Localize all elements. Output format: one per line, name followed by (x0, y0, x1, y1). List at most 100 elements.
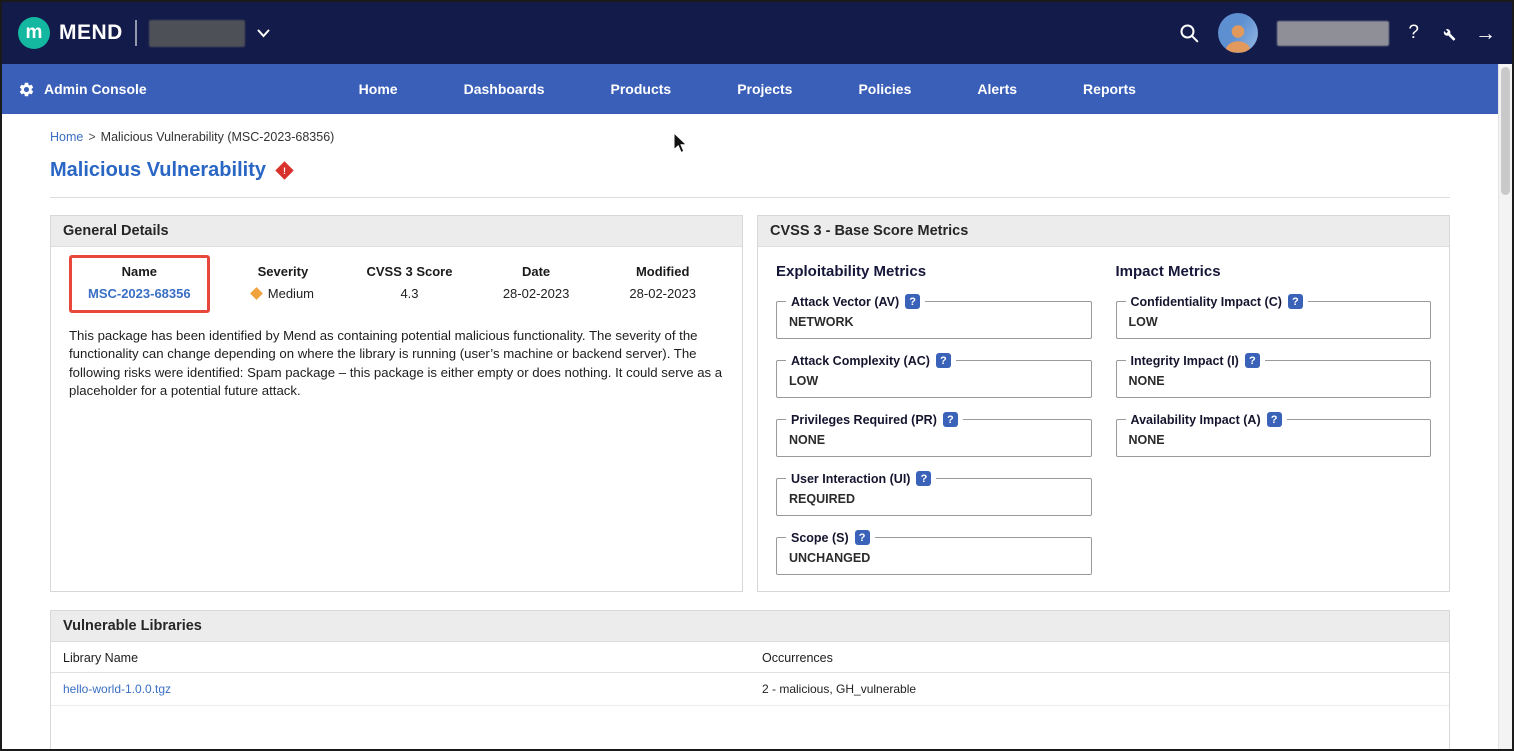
help-tooltip-icon[interactable]: ? (936, 353, 951, 368)
malicious-diamond-icon: ! (275, 161, 293, 179)
column-cvss-score: CVSS 3 Score 4.3 (346, 255, 473, 313)
exploitability-title: Exploitability Metrics (776, 263, 1092, 280)
org-name-redacted[interactable] (149, 20, 245, 47)
breadcrumb-home-link[interactable]: Home (50, 130, 83, 144)
column-date: Date 28-02-2023 (473, 255, 600, 313)
panels-row: General Details Name MSC-2023-68356 Seve… (50, 215, 1450, 592)
nav-item-products[interactable]: Products (611, 81, 672, 97)
help-tooltip-icon[interactable]: ? (855, 530, 870, 545)
column-header-date: Date (473, 264, 600, 279)
brand-name[interactable]: MEND (59, 21, 123, 45)
metric-user-interaction: User Interaction (UI) ? REQUIRED (776, 478, 1092, 516)
metric-label: Confidentiality Impact (C) (1131, 295, 1282, 309)
column-header-modified: Modified (599, 264, 726, 279)
mend-app-window: m MEND ? → Admin Console (0, 0, 1514, 751)
table-row: hello-world-1.0.0.tgz 2 - malicious, GH_… (51, 673, 1449, 706)
vulnerability-description: This package has been identified by Mend… (69, 327, 724, 401)
metric-value: NONE (1129, 433, 1419, 447)
modified-value: 28-02-2023 (599, 286, 726, 301)
logout-arrow-icon[interactable]: → (1475, 23, 1496, 44)
metric-privileges-required: Privileges Required (PR) ? NONE (776, 419, 1092, 457)
help-tooltip-icon[interactable]: ? (905, 294, 920, 309)
mend-logo-icon[interactable]: m (18, 17, 50, 49)
metric-value: LOW (789, 374, 1079, 388)
severity-value: Medium (220, 286, 347, 301)
help-icon[interactable]: ? (1408, 22, 1419, 44)
help-tooltip-icon[interactable]: ? (1245, 353, 1260, 368)
wrench-icon[interactable] (1438, 24, 1456, 42)
column-header-severity: Severity (220, 264, 347, 279)
divider (50, 197, 1450, 198)
admin-console-button[interactable]: Admin Console (18, 81, 147, 98)
metric-attack-complexity: Attack Complexity (AC) ? LOW (776, 360, 1092, 398)
metric-label: Availability Impact (A) (1131, 413, 1261, 427)
metric-availability-impact: Availability Impact (A) ? NONE (1116, 419, 1432, 457)
help-tooltip-icon[interactable]: ? (1288, 294, 1303, 309)
metric-value: NONE (1129, 374, 1419, 388)
nav-item-home[interactable]: Home (359, 81, 398, 97)
library-name-link[interactable]: hello-world-1.0.0.tgz (63, 682, 171, 696)
nav-item-reports[interactable]: Reports (1083, 81, 1136, 97)
vulnerable-libraries-panel: Vulnerable Libraries Library Name Occurr… (50, 610, 1450, 751)
gear-icon (18, 81, 35, 98)
breadcrumb-separator: > (88, 130, 95, 144)
nav-item-projects[interactable]: Projects (737, 81, 792, 97)
metric-label: Privileges Required (PR) (791, 413, 937, 427)
metric-value: NETWORK (789, 315, 1079, 329)
help-tooltip-icon[interactable]: ? (1267, 412, 1282, 427)
page-content: Home>Malicious Vulnerability (MSC-2023-6… (2, 114, 1498, 751)
cvss-body: Exploitability Metrics Attack Vector (AV… (758, 247, 1449, 592)
metric-label: Attack Complexity (AC) (791, 354, 930, 368)
general-details-table: Name MSC-2023-68356 Severity Medium CVSS… (67, 255, 726, 313)
column-header-occurrences: Occurrences (750, 642, 1449, 673)
metric-attack-vector: Attack Vector (AV) ? NETWORK (776, 301, 1092, 339)
nav-item-policies[interactable]: Policies (858, 81, 911, 97)
metric-value: UNCHANGED (789, 551, 1079, 565)
impact-metrics-column: Impact Metrics Confidentiality Impact (C… (1116, 261, 1432, 592)
metric-value: LOW (1129, 315, 1419, 329)
vertical-scrollbar[interactable] (1498, 64, 1512, 749)
metric-value: NONE (789, 433, 1079, 447)
topbar-actions: ? → (1179, 13, 1496, 53)
metric-value: REQUIRED (789, 492, 1079, 506)
date-value: 28-02-2023 (473, 286, 600, 301)
annotation-highlight-box: Name MSC-2023-68356 (69, 255, 210, 313)
general-details-body: Name MSC-2023-68356 Severity Medium CVSS… (51, 247, 742, 401)
scrollbar-thumb[interactable] (1501, 67, 1510, 195)
main-navbar: Admin Console Home Dashboards Products P… (2, 64, 1498, 114)
user-avatar[interactable] (1218, 13, 1258, 53)
nav-item-alerts[interactable]: Alerts (977, 81, 1017, 97)
impact-title: Impact Metrics (1116, 263, 1432, 280)
help-tooltip-icon[interactable]: ? (943, 412, 958, 427)
exploitability-metrics-column: Exploitability Metrics Attack Vector (AV… (776, 261, 1092, 592)
cvss-score-value: 4.3 (346, 286, 473, 301)
column-header-library-name: Library Name (51, 642, 750, 673)
occurrences-value: 2 - malicious, GH_vulnerable (750, 673, 1449, 706)
general-details-title: General Details (51, 216, 742, 247)
cvss-metrics-panel: CVSS 3 - Base Score Metrics Exploitabili… (757, 215, 1450, 592)
metric-label: Scope (S) (791, 531, 849, 545)
page-title: Malicious Vulnerability (50, 159, 266, 182)
brand: m MEND (18, 17, 270, 49)
metric-confidentiality-impact: Confidentiality Impact (C) ? LOW (1116, 301, 1432, 339)
search-icon[interactable] (1179, 23, 1199, 43)
breadcrumb: Home>Malicious Vulnerability (MSC-2023-6… (2, 114, 1498, 144)
metric-integrity-impact: Integrity Impact (I) ? NONE (1116, 360, 1432, 398)
metric-scope: Scope (S) ? UNCHANGED (776, 537, 1092, 575)
vulnerability-id-link[interactable]: MSC-2023-68356 (76, 286, 203, 301)
top-header-bar: m MEND ? → (2, 2, 1512, 64)
nav-items: Home Dashboards Products Projects Polici… (359, 81, 1136, 97)
vulnerable-libraries-table: Library Name Occurrences hello-world-1.0… (51, 642, 1449, 706)
metric-label: User Interaction (UI) (791, 472, 910, 486)
nav-item-dashboards[interactable]: Dashboards (464, 81, 545, 97)
vulnerable-libraries-title: Vulnerable Libraries (51, 611, 1449, 642)
user-name-redacted[interactable] (1277, 21, 1389, 46)
help-tooltip-icon[interactable]: ? (916, 471, 931, 486)
admin-console-label: Admin Console (44, 81, 147, 97)
column-header-cvss: CVSS 3 Score (346, 264, 473, 279)
metric-label: Attack Vector (AV) (791, 295, 899, 309)
column-modified: Modified 28-02-2023 (599, 255, 726, 313)
chevron-down-icon[interactable] (257, 29, 270, 38)
severity-medium-icon (250, 287, 263, 300)
cvss-panel-title: CVSS 3 - Base Score Metrics (758, 216, 1449, 247)
